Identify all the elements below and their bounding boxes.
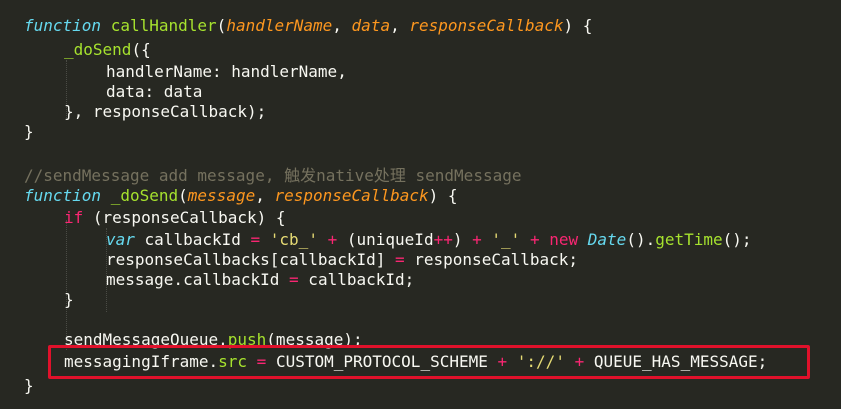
- code-text: responseCallback;: [404, 250, 579, 269]
- operator: +: [529, 230, 540, 249]
- method-call: getTime: [655, 230, 723, 249]
- code-text: }: [64, 290, 74, 309]
- keyword-function: function: [24, 16, 102, 35]
- code-text: callbackId;: [298, 270, 415, 289]
- code-text: }: [24, 376, 34, 395]
- string-literal: 'cb_': [269, 230, 318, 249]
- code-line-5[interactable]: }, responseCallback);: [64, 100, 266, 124]
- keyword-new: new: [549, 230, 579, 249]
- param-responseCallback: responseCallback: [274, 186, 429, 205]
- param-data: data: [351, 16, 391, 35]
- code-line-18[interactable]: }: [24, 374, 34, 398]
- code-text: data: data: [106, 82, 203, 101]
- code-text: callbackId: [134, 230, 251, 249]
- operator: +: [472, 230, 482, 249]
- operator: =: [289, 270, 299, 289]
- code-comment: //sendMessage add message, 触发native处理 se…: [24, 166, 522, 185]
- param-message: message: [187, 186, 256, 205]
- function-name: _doSend: [110, 186, 179, 205]
- code-text: message.callbackId: [106, 270, 290, 289]
- code-punct: ) {: [428, 186, 458, 205]
- param-responseCallback: responseCallback: [409, 16, 564, 35]
- code-editor[interactable]: function callHandler(handlerName, data, …: [0, 0, 841, 409]
- code-text: (responseCallback) {: [83, 208, 286, 227]
- code-line-9[interactable]: function _doSend(message, responseCallba…: [24, 184, 458, 208]
- keyword-if: if: [64, 208, 84, 227]
- code-text: (uniqueId: [346, 230, 434, 249]
- string-literal: '_': [491, 230, 521, 249]
- code-line-6[interactable]: }: [24, 120, 34, 144]
- code-text: responseCallbacks[callbackId]: [106, 250, 395, 269]
- code-punct: ) {: [563, 16, 593, 35]
- code-line-10[interactable]: if (responseCallback) {: [64, 206, 286, 230]
- code-punct: ();: [722, 230, 752, 249]
- code-text: handlerName: handlerName,: [106, 62, 347, 81]
- operator: ++: [433, 230, 453, 249]
- call-doSend: _doSend: [64, 40, 132, 59]
- highlight-box: [48, 345, 810, 379]
- code-line-14[interactable]: }: [64, 288, 74, 312]
- function-name: callHandler: [110, 16, 217, 35]
- operator: =: [394, 250, 405, 269]
- code-line-13[interactable]: message.callbackId = callbackId;: [106, 268, 414, 292]
- code-punct: ().: [626, 230, 656, 249]
- code-text: }: [24, 122, 34, 141]
- code-punct: ({: [131, 40, 151, 59]
- operator: +: [327, 230, 338, 249]
- param-handlerName: handlerName: [226, 16, 333, 35]
- keyword-function: function: [24, 186, 102, 205]
- code-text: }, responseCallback);: [64, 102, 267, 121]
- keyword-var: var: [106, 230, 135, 249]
- type-name: Date: [587, 230, 627, 249]
- operator: =: [250, 230, 261, 249]
- code-line-2[interactable]: _doSend({: [64, 38, 151, 62]
- code-line-1[interactable]: function callHandler(handlerName, data, …: [24, 14, 592, 38]
